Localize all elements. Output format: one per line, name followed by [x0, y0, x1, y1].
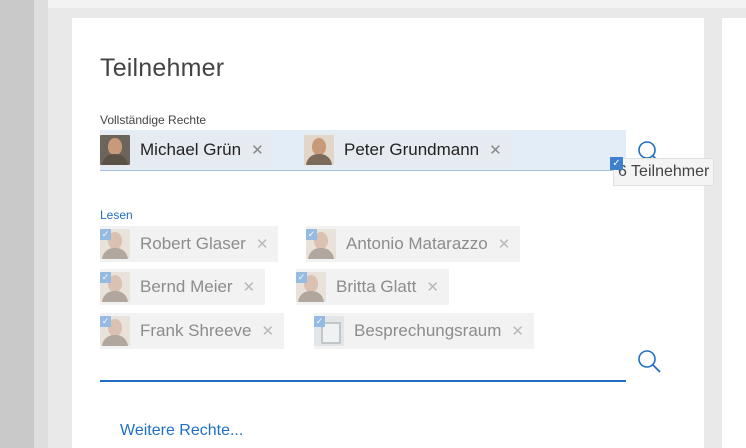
panel-title: Teilnehmer — [100, 54, 225, 82]
checkbox-checked-icon: ✓ — [610, 157, 623, 170]
full-rights-label: Vollständige Rechte — [100, 113, 207, 127]
participant-name: Antonio Matarazzo — [346, 234, 488, 253]
remove-participant-button[interactable]: ✕ — [256, 235, 269, 253]
person-photo-icon — [100, 135, 130, 165]
participant-name: Robert Glaser — [140, 234, 246, 253]
more-rights-link[interactable]: Weitere Rechte... — [120, 422, 243, 440]
remove-participant-button[interactable]: ✕ — [243, 278, 256, 296]
participant-chip[interactable]: ✓ Bernd Meier ✕ — [100, 269, 266, 305]
remove-participant-button[interactable]: ✕ — [262, 322, 275, 340]
participant-count-tooltip: 6 Teilnehmer — [613, 158, 715, 186]
person-photo-icon: ✓ — [100, 229, 130, 259]
checkbox-checked-icon[interactable]: ✓ — [306, 229, 317, 240]
participant-name: Peter Grundmann — [344, 140, 480, 159]
left-sidebar-edge — [0, 0, 34, 448]
remove-participant-button[interactable]: ✕ — [426, 278, 439, 296]
person-photo-icon: ✓ — [306, 229, 336, 259]
person-photo-icon: ✓ — [100, 316, 130, 346]
remove-participant-button[interactable]: ✕ — [251, 141, 264, 159]
checkbox-checked-icon[interactable]: ✓ — [314, 316, 325, 327]
remove-participant-button[interactable]: ✕ — [489, 141, 502, 159]
remove-participant-button[interactable]: ✕ — [511, 322, 524, 340]
participant-chip[interactable]: ✓ Besprechungsraum ✕ — [314, 313, 534, 349]
checkbox-checked-icon[interactable]: ✓ — [100, 272, 111, 283]
remove-participant-button[interactable]: ✕ — [498, 235, 511, 253]
participant-chip[interactable]: ✓ Antonio Matarazzo ✕ — [306, 226, 521, 262]
participant-chip[interactable]: ✓ Robert Glaser ✕ — [100, 226, 279, 262]
participant-name: Besprechungsraum — [354, 321, 502, 340]
room-icon: ✓ — [314, 316, 344, 346]
person-photo-icon: ✓ — [100, 272, 130, 302]
person-photo-icon: ✓ — [296, 272, 326, 302]
participant-name: Britta Glatt — [336, 277, 417, 296]
participant-chip[interactable]: ✓ Britta Glatt ✕ — [296, 269, 449, 305]
left-sidebar-shadow — [34, 0, 48, 448]
read-rights-label: Lesen — [100, 208, 133, 222]
participant-name: Frank Shreeve — [140, 321, 252, 340]
participant-chip[interactable]: Michael Grün ✕ — [100, 132, 274, 168]
checkbox-checked-icon[interactable]: ✓ — [296, 272, 307, 283]
search-icon[interactable] — [636, 348, 662, 374]
adjacent-panel — [722, 18, 746, 448]
top-band — [48, 0, 746, 8]
participant-chip[interactable]: ✓ Frank Shreeve ✕ — [100, 313, 285, 349]
read-rights-input-underline[interactable] — [100, 380, 626, 382]
participant-name: Michael Grün — [140, 140, 242, 159]
participant-chip[interactable]: Peter Grundmann ✕ — [304, 132, 512, 168]
person-photo-icon — [304, 135, 334, 165]
checkbox-checked-icon[interactable]: ✓ — [100, 229, 111, 240]
participant-name: Bernd Meier — [140, 277, 233, 296]
checkbox-checked-icon[interactable]: ✓ — [100, 316, 111, 327]
